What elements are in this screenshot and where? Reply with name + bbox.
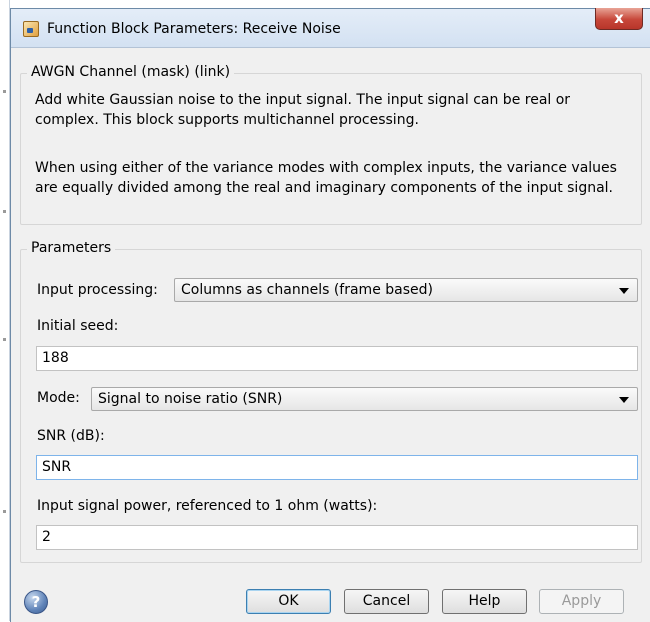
close-button[interactable]: x [595, 8, 643, 30]
apply-button[interactable]: Apply [539, 589, 624, 614]
simulink-block-icon [23, 21, 39, 37]
edge-mark [3, 210, 6, 213]
title-bar[interactable]: Function Block Parameters: Receive Noise… [11, 8, 650, 48]
initial-seed-field[interactable]: 188 [36, 346, 638, 371]
description-legend: AWGN Channel (mask) (link) [27, 64, 235, 80]
description-group: AWGN Channel (mask) (link) Add white Gau… [20, 64, 642, 225]
description-paragraph: When using either of the variance modes … [35, 160, 617, 196]
mode-label: Mode: [37, 390, 80, 406]
cancel-button[interactable]: Cancel [344, 589, 429, 614]
window-title: Function Block Parameters: Receive Noise [47, 21, 341, 37]
chevron-down-icon [619, 288, 629, 294]
chevron-down-icon [619, 397, 629, 403]
input-processing-label: Input processing: [37, 282, 158, 298]
snr-label: SNR (dB): [37, 428, 105, 444]
ok-button[interactable]: OK [246, 589, 331, 614]
input-signal-power-field[interactable]: 2 [36, 525, 638, 550]
block-parameters-dialog: Function Block Parameters: Receive Noise… [10, 8, 650, 622]
description-paragraph: Add white Gaussian noise to the input si… [35, 92, 571, 128]
mode-value: Signal to noise ratio (SNR) [98, 391, 283, 407]
initial-seed-label: Initial seed: [37, 318, 119, 334]
snr-field[interactable]: SNR [36, 455, 638, 480]
edge-mark [3, 338, 6, 341]
input-processing-value: Columns as channels (frame based) [181, 282, 433, 298]
input-processing-dropdown[interactable]: Columns as channels (frame based) [174, 278, 638, 302]
mode-dropdown[interactable]: Signal to noise ratio (SNR) [91, 387, 638, 411]
parameters-group: Parameters Input processing: Columns as … [20, 240, 642, 563]
parameters-legend: Parameters [27, 240, 116, 256]
help-button[interactable]: Help [442, 589, 527, 614]
input-signal-power-label: Input signal power, referenced to 1 ohm … [37, 498, 378, 514]
edge-mark [3, 90, 6, 93]
question-circle-icon[interactable]: ? [24, 590, 48, 614]
background-window-edge [0, 0, 10, 621]
edge-mark [3, 510, 6, 513]
